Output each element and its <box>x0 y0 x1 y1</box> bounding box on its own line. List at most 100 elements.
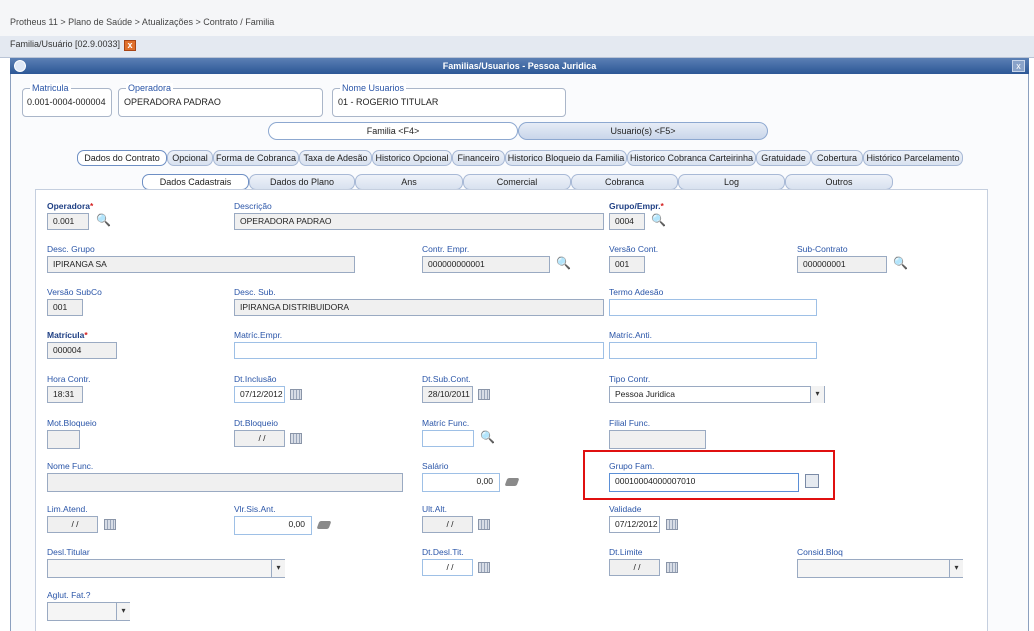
tab-historico-opcional[interactable]: Historico Opcional <box>372 150 452 166</box>
matric-func-label: Matríc Func. <box>422 418 470 428</box>
search-icon[interactable]: 🔍 <box>556 257 571 269</box>
dt-limite-field[interactable]: / / <box>609 559 660 576</box>
matricula-field[interactable]: 000004 <box>47 342 117 359</box>
dt-inclusao-label: Dt.Inclusão <box>234 374 277 384</box>
nome-func-field[interactable] <box>47 473 403 492</box>
matric-func-field[interactable] <box>422 430 474 447</box>
usuarios-tab[interactable]: Usuario(s) <F5> <box>518 122 768 140</box>
subtab-log[interactable]: Log <box>678 174 785 190</box>
contr-empr-field[interactable]: 000000000001 <box>422 256 550 273</box>
tab-opcional[interactable]: Opcional <box>167 150 213 166</box>
desc-grupo-label: Desc. Grupo <box>47 244 95 254</box>
familia-tab[interactable]: Familia <F4> <box>268 122 518 140</box>
tab-forma-de-cobranca[interactable]: Forma de Cobranca <box>213 150 299 166</box>
operadora-header-label: Operadora <box>126 83 174 93</box>
matric-anti-field[interactable] <box>609 342 817 359</box>
calendar-icon[interactable] <box>290 433 302 444</box>
nome-usuarios-header-value: 01 - ROGERIO TITULAR <box>338 97 439 107</box>
grupo-empr-field[interactable]: 0004 <box>609 213 645 230</box>
subtab-ans[interactable]: Ans <box>355 174 463 190</box>
calendar-icon[interactable] <box>478 519 490 530</box>
document-tab-strip <box>0 36 1034 58</box>
dt-inclusao-field[interactable]: 07/12/2012 <box>234 386 285 403</box>
document-tab[interactable]: Familia/Usuário [02.9.0033] <box>10 39 120 49</box>
close-tab-icon[interactable]: x <box>124 40 136 51</box>
matricula-header-value: 0.001-0004-000004 <box>27 97 106 107</box>
tipo-contr-label: Tipo Contr. <box>609 374 651 384</box>
desc-sub-field[interactable]: IPIRANGA DISTRIBUIDORA <box>234 299 604 316</box>
matric-empr-field[interactable] <box>234 342 604 359</box>
dropdown-arrow-icon[interactable]: ▾ <box>949 560 963 577</box>
subtab-dados-cadastrais[interactable]: Dados Cadastrais <box>142 174 249 190</box>
tipo-contr-select[interactable]: Pessoa Juridica <box>609 386 825 403</box>
termo-adesao-label: Termo Adesão <box>609 287 664 297</box>
search-icon[interactable]: 🔍 <box>96 214 111 226</box>
calendar-icon[interactable] <box>478 389 490 400</box>
tab-historico-cobranca-carteirinha[interactable]: Historico Cobranca Carteirinha <box>627 150 756 166</box>
calendar-icon[interactable] <box>666 519 678 530</box>
matric-empr-label: Matríc.Empr. <box>234 330 283 340</box>
lim-atend-field[interactable]: / / <box>47 516 98 533</box>
descricao-label: Descrição <box>234 201 272 211</box>
subtab-cobranca[interactable]: Cobranca <box>571 174 678 190</box>
hora-contr-field[interactable]: 18:31 <box>47 386 83 403</box>
salario-field[interactable]: 0,00 <box>422 473 500 492</box>
matricula-label: Matrícula* <box>47 330 88 340</box>
versao-subco-label: Versão SubCo <box>47 287 102 297</box>
desl-titular-label: Desl.Titular <box>47 547 90 557</box>
subtab-outros[interactable]: Outros <box>785 174 893 190</box>
dropdown-arrow-icon[interactable]: ▾ <box>810 386 824 403</box>
matric-anti-label: Matríc.Anti. <box>609 330 652 340</box>
subtab-comercial[interactable]: Comercial <box>463 174 571 190</box>
versao-subco-field[interactable]: 001 <box>47 299 83 316</box>
mot-bloqueio-field[interactable] <box>47 430 80 449</box>
nome-func-label: Nome Func. <box>47 461 94 471</box>
subtab-dados-do-plano[interactable]: Dados do Plano <box>249 174 355 190</box>
search-icon[interactable]: 🔍 <box>651 214 666 226</box>
tab-historico-bloqueio-familia[interactable]: Historico Bloqueio da Familia <box>505 150 627 166</box>
tab-financeiro[interactable]: Financeiro <box>452 150 505 166</box>
tab-historico-parcelamento[interactable]: Histórico Parcelamento <box>863 150 963 166</box>
dropdown-arrow-icon[interactable]: ▾ <box>116 603 130 620</box>
operadora-label: Operadora* <box>47 201 94 211</box>
contr-empr-label: Contr. Empr. <box>422 244 470 254</box>
vlr-sis-ant-field[interactable]: 0,00 <box>234 516 312 535</box>
versao-cont-label: Versão Cont. <box>609 244 659 254</box>
calendar-icon[interactable] <box>666 562 678 573</box>
dt-sub-cont-label: Dt.Sub.Cont. <box>422 374 471 384</box>
calendar-icon[interactable] <box>478 562 490 573</box>
search-icon[interactable]: 🔍 <box>480 431 495 443</box>
highlight-box <box>583 450 835 500</box>
app-icon <box>14 60 26 72</box>
desc-grupo-field[interactable]: IPIRANGA SA <box>47 256 355 273</box>
descricao-field[interactable]: OPERADORA PADRAO <box>234 213 604 230</box>
calendar-icon[interactable] <box>290 389 302 400</box>
window-title: Familias/Usuarios - Pessoa Juridica <box>10 58 1029 74</box>
ult-alt-field[interactable]: / / <box>422 516 473 533</box>
calendar-icon[interactable] <box>104 519 116 530</box>
tab-dados-do-contrato[interactable]: Dados do Contrato <box>77 150 167 166</box>
tab-cobertura[interactable]: Cobertura <box>811 150 863 166</box>
tab-gratuidade[interactable]: Gratuidade <box>756 150 811 166</box>
hora-contr-label: Hora Contr. <box>47 374 91 384</box>
filial-func-field[interactable] <box>609 430 706 449</box>
dt-bloqueio-field[interactable]: / / <box>234 430 285 447</box>
consid-bloq-select[interactable] <box>797 559 963 578</box>
sub-contrato-field[interactable]: 000000001 <box>797 256 887 273</box>
dt-sub-cont-field[interactable]: 28/10/2011 <box>422 386 473 403</box>
dt-desl-tit-field[interactable]: / / <box>422 559 473 576</box>
window-close-icon[interactable]: x <box>1012 60 1025 72</box>
consid-bloq-label: Consid.Bloq <box>797 547 843 557</box>
mot-bloqueio-label: Mot.Bloqueio <box>47 418 97 428</box>
validade-field[interactable]: 07/12/2012 <box>609 516 660 533</box>
tab-taxa-de-adesao[interactable]: Taxa de Adesão <box>299 150 372 166</box>
versao-cont-field[interactable]: 001 <box>609 256 645 273</box>
operadora-field[interactable]: 0.001 <box>47 213 89 230</box>
termo-adesao-field[interactable] <box>609 299 817 316</box>
search-icon[interactable]: 🔍 <box>893 257 908 269</box>
desc-sub-label: Desc. Sub. <box>234 287 276 297</box>
desl-titular-select[interactable] <box>47 559 285 578</box>
dropdown-arrow-icon[interactable]: ▾ <box>271 560 285 577</box>
ult-alt-label: Ult.Alt. <box>422 504 448 514</box>
tipo-contr-value: Pessoa Juridica <box>615 389 676 399</box>
